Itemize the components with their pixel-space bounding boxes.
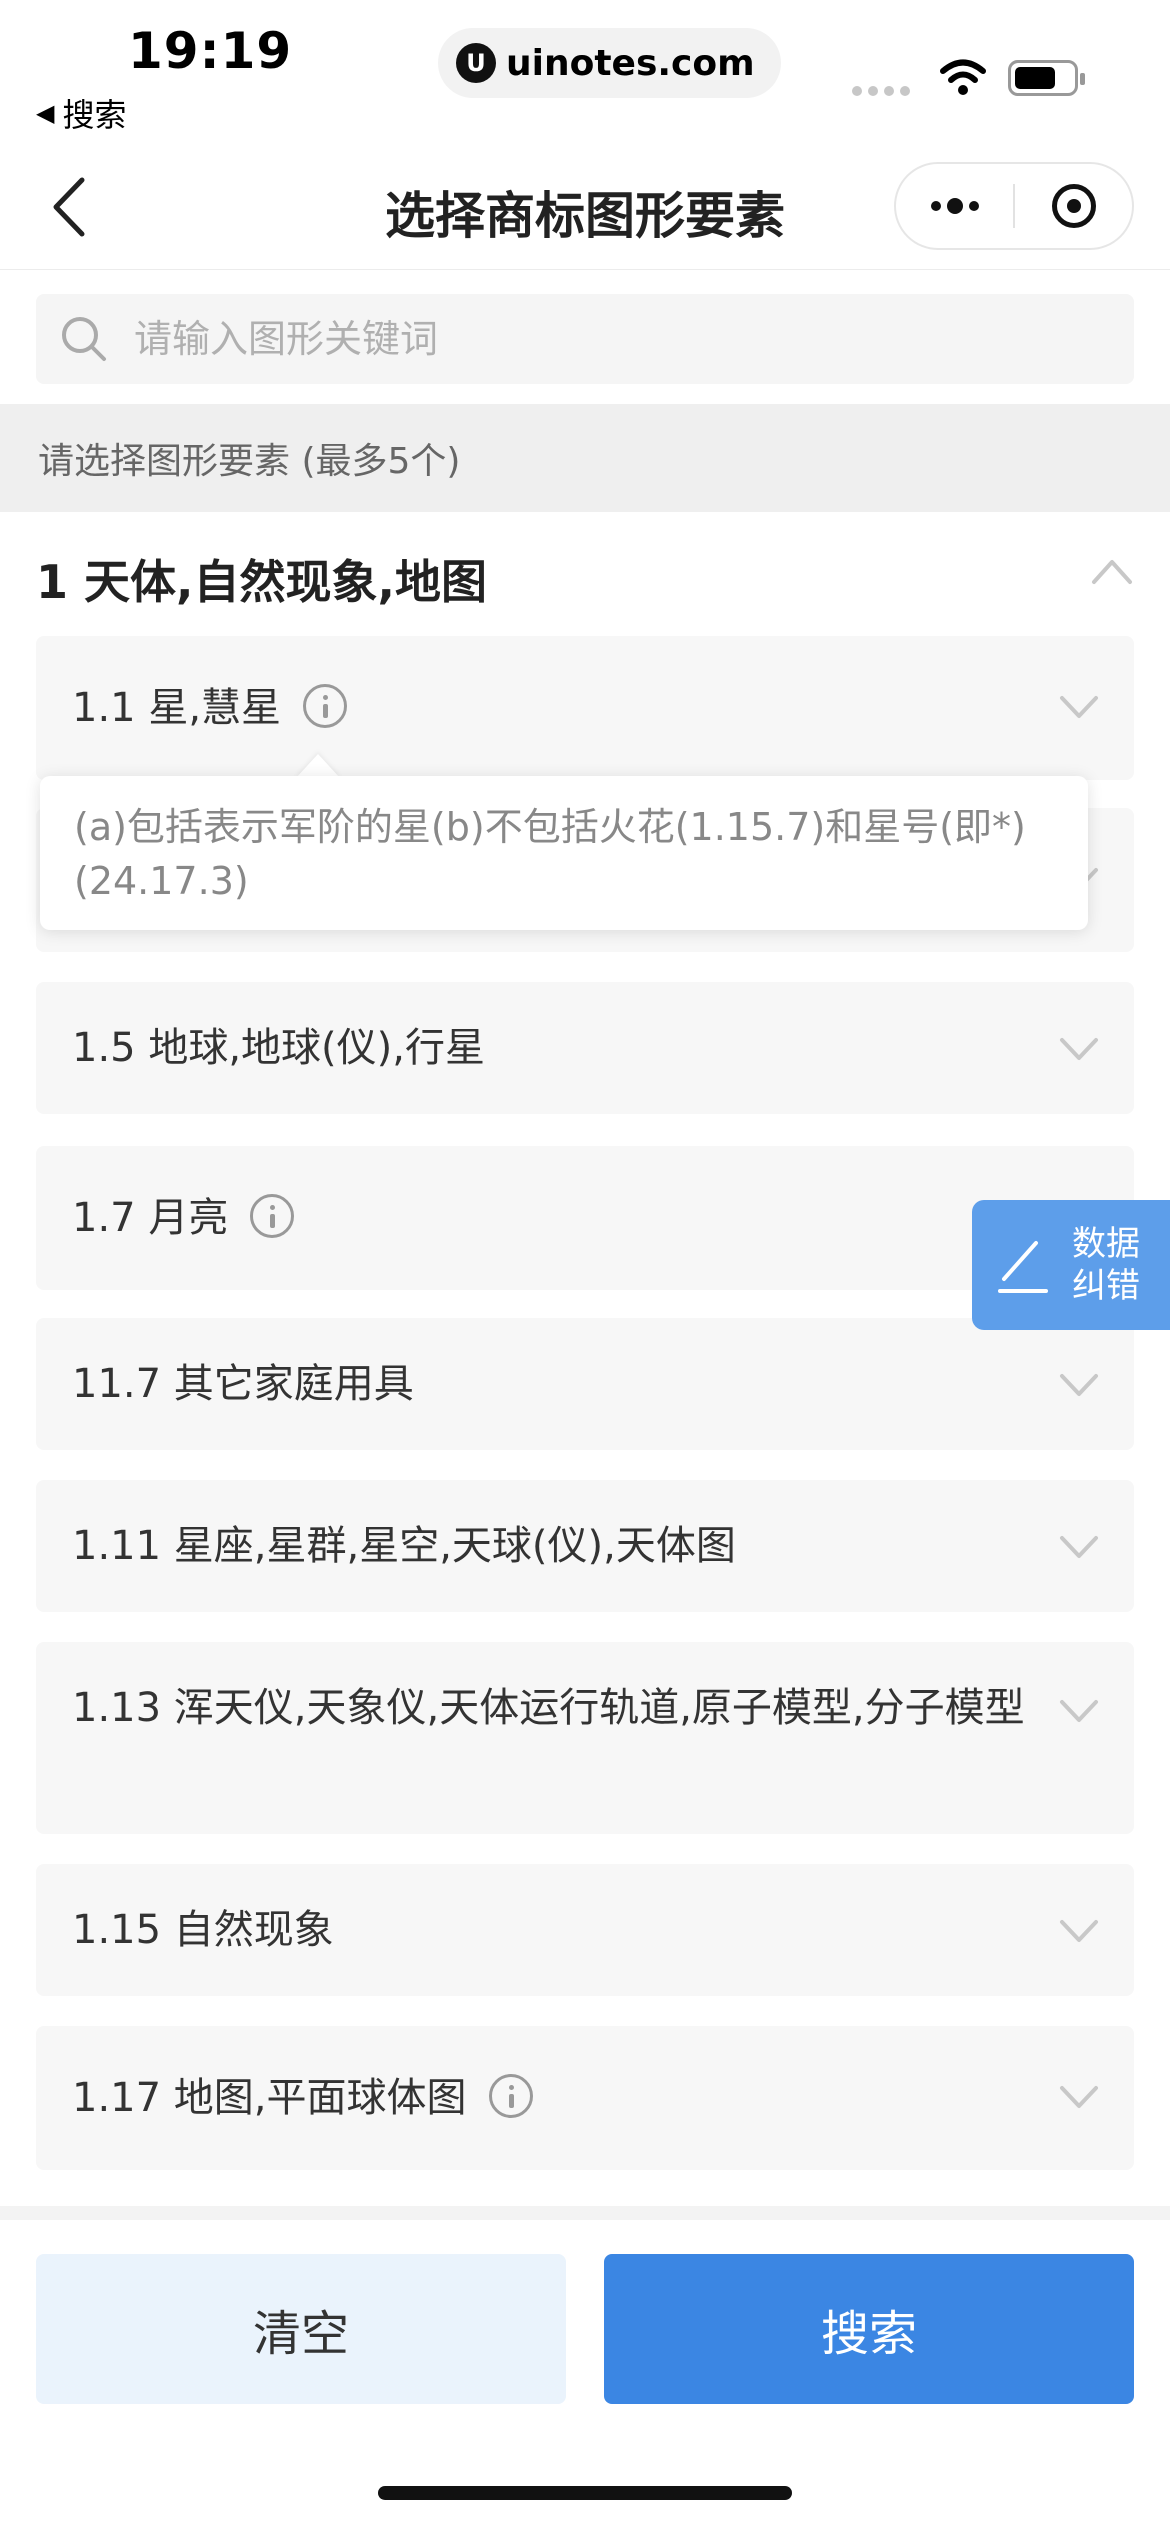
chevron-down-icon <box>1060 2086 1098 2108</box>
data-correction-button[interactable]: 数据 纠错 <box>972 1200 1170 1330</box>
element-item[interactable]: 11.7 其它家庭用具 <box>36 1318 1134 1450</box>
clear-button[interactable]: 清空 <box>36 2254 566 2404</box>
nav-bar: 选择商标图形要素 <box>0 150 1170 270</box>
chevron-up-icon[interactable] <box>1090 556 1134 586</box>
back-to-app-button[interactable]: ◀ 搜索 <box>36 90 126 136</box>
search-box <box>36 294 1134 384</box>
chevron-down-icon <box>1060 1038 1098 1060</box>
battery-icon <box>1008 60 1085 96</box>
element-item[interactable]: 1.17 地图,平面球体图 <box>36 2026 1134 2170</box>
home-indicator <box>378 2486 792 2500</box>
element-item-label: 1.1 星,慧星 <box>72 678 348 738</box>
info-tooltip: (a)包括表示军阶的星(b)不包括火花(1.15.7)和星号(即*)(24.17… <box>40 776 1088 930</box>
element-item-label: 1.13 浑天仪,天象仪,天体运行轨道,原子模型,分子模型 <box>72 1685 1025 1731</box>
element-item-label: 1.17 地图,平面球体图 <box>72 2068 533 2128</box>
data-correction-label: 数据 纠错 <box>1072 1224 1140 1306</box>
element-item-label: 11.7 其它家庭用具 <box>72 1361 414 1407</box>
status-bar: 19:19 ◀ 搜索 U uinotes.com <box>0 0 1170 140</box>
close-miniprogram-button[interactable] <box>1015 164 1132 248</box>
wifi-icon <box>940 59 986 95</box>
element-item[interactable]: 1.1 星,慧星 <box>36 636 1134 780</box>
element-item[interactable]: 1.5 地球,地球(仪),行星 <box>36 982 1134 1114</box>
chevron-down-icon <box>1060 1374 1098 1396</box>
chevron-down-icon <box>1060 696 1098 718</box>
selection-hint: 请选择图形要素 (最多5个) <box>0 404 1170 512</box>
back-triangle-icon: ◀ <box>36 99 55 127</box>
element-item-label: 1.7 月亮 <box>72 1188 295 1248</box>
search-button[interactable]: 搜索 <box>604 2254 1134 2404</box>
element-item[interactable]: 1.11 星座,星群,星空,天球(仪),天体图 <box>36 1480 1134 1612</box>
edit-pencil-icon <box>998 1241 1048 1293</box>
search-icon <box>62 317 106 361</box>
url-text: uinotes.com <box>506 42 755 84</box>
info-icon[interactable] <box>303 684 348 728</box>
cellular-signal-icon <box>852 86 910 96</box>
element-item-label: 1.5 地球,地球(仪),行星 <box>72 1025 485 1071</box>
element-item-label: 1.11 星座,星群,星空,天球(仪),天体图 <box>72 1523 736 1569</box>
chevron-down-icon <box>1060 1920 1098 1942</box>
info-icon[interactable] <box>250 1194 295 1238</box>
more-button[interactable] <box>896 164 1013 248</box>
target-icon <box>1051 184 1096 228</box>
back-app-label: 搜索 <box>62 96 127 134</box>
chevron-down-icon <box>1060 1536 1098 1558</box>
element-item[interactable]: 1.7 月亮 <box>36 1146 1134 1290</box>
category-title[interactable]: 1 天体,自然现象,地图 <box>36 546 487 612</box>
tooltip-arrow <box>296 754 340 778</box>
element-item[interactable]: 1.15 自然现象 <box>36 1864 1134 1996</box>
chevron-down-icon <box>1060 1700 1098 1722</box>
more-dots-icon <box>930 198 979 214</box>
status-time: 19:19 <box>128 22 293 80</box>
search-input[interactable] <box>134 317 1034 361</box>
site-logo-icon: U <box>456 43 496 83</box>
url-pill: U uinotes.com <box>438 28 781 98</box>
miniprogram-capsule <box>894 162 1134 250</box>
element-item-label: 1.15 自然现象 <box>72 1907 334 1953</box>
element-item[interactable]: 1.13 浑天仪,天象仪,天体运行轨道,原子模型,分子模型 <box>36 1642 1134 1834</box>
info-icon[interactable] <box>488 2074 533 2118</box>
